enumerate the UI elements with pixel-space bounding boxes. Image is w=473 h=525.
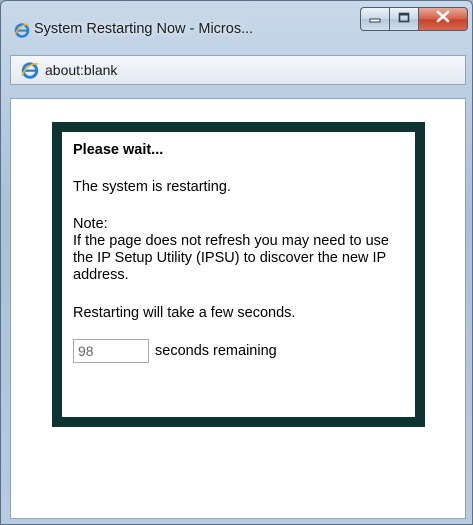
countdown-label: seconds remaining	[155, 342, 277, 359]
note-label: Note:	[73, 216, 108, 232]
internet-explorer-icon	[14, 22, 30, 38]
status-text: The system is restarting.	[73, 179, 231, 195]
countdown-field[interactable]	[73, 339, 149, 363]
close-button[interactable]	[418, 7, 468, 31]
maximize-button[interactable]	[389, 7, 418, 31]
address-bar[interactable]: about:blank	[10, 55, 466, 85]
page-content: Please wait... The system is restarting.…	[10, 98, 466, 519]
countdown-row: seconds remaining	[73, 339, 403, 363]
dialog-body: Please wait... The system is restarting.…	[73, 142, 403, 363]
minimize-icon	[369, 10, 381, 28]
title-bar[interactable]: System Restarting Now - Micros...	[1, 1, 473, 49]
restart-dialog: Please wait... The system is restarting.…	[52, 122, 425, 427]
browser-window: System Restarting Now - Micros... about:…	[0, 0, 473, 525]
minimize-button[interactable]	[360, 7, 389, 31]
window-title: System Restarting Now - Micros...	[34, 21, 254, 37]
maximize-icon	[398, 10, 410, 28]
caption-buttons	[360, 7, 468, 31]
dialog-heading: Please wait...	[73, 142, 164, 158]
info-text: Restarting will take a few seconds.	[73, 305, 296, 321]
page-icon	[21, 61, 39, 79]
address-text: about:blank	[45, 62, 118, 78]
close-icon	[436, 10, 450, 28]
note-text: If the page does not refresh you may nee…	[73, 233, 389, 283]
